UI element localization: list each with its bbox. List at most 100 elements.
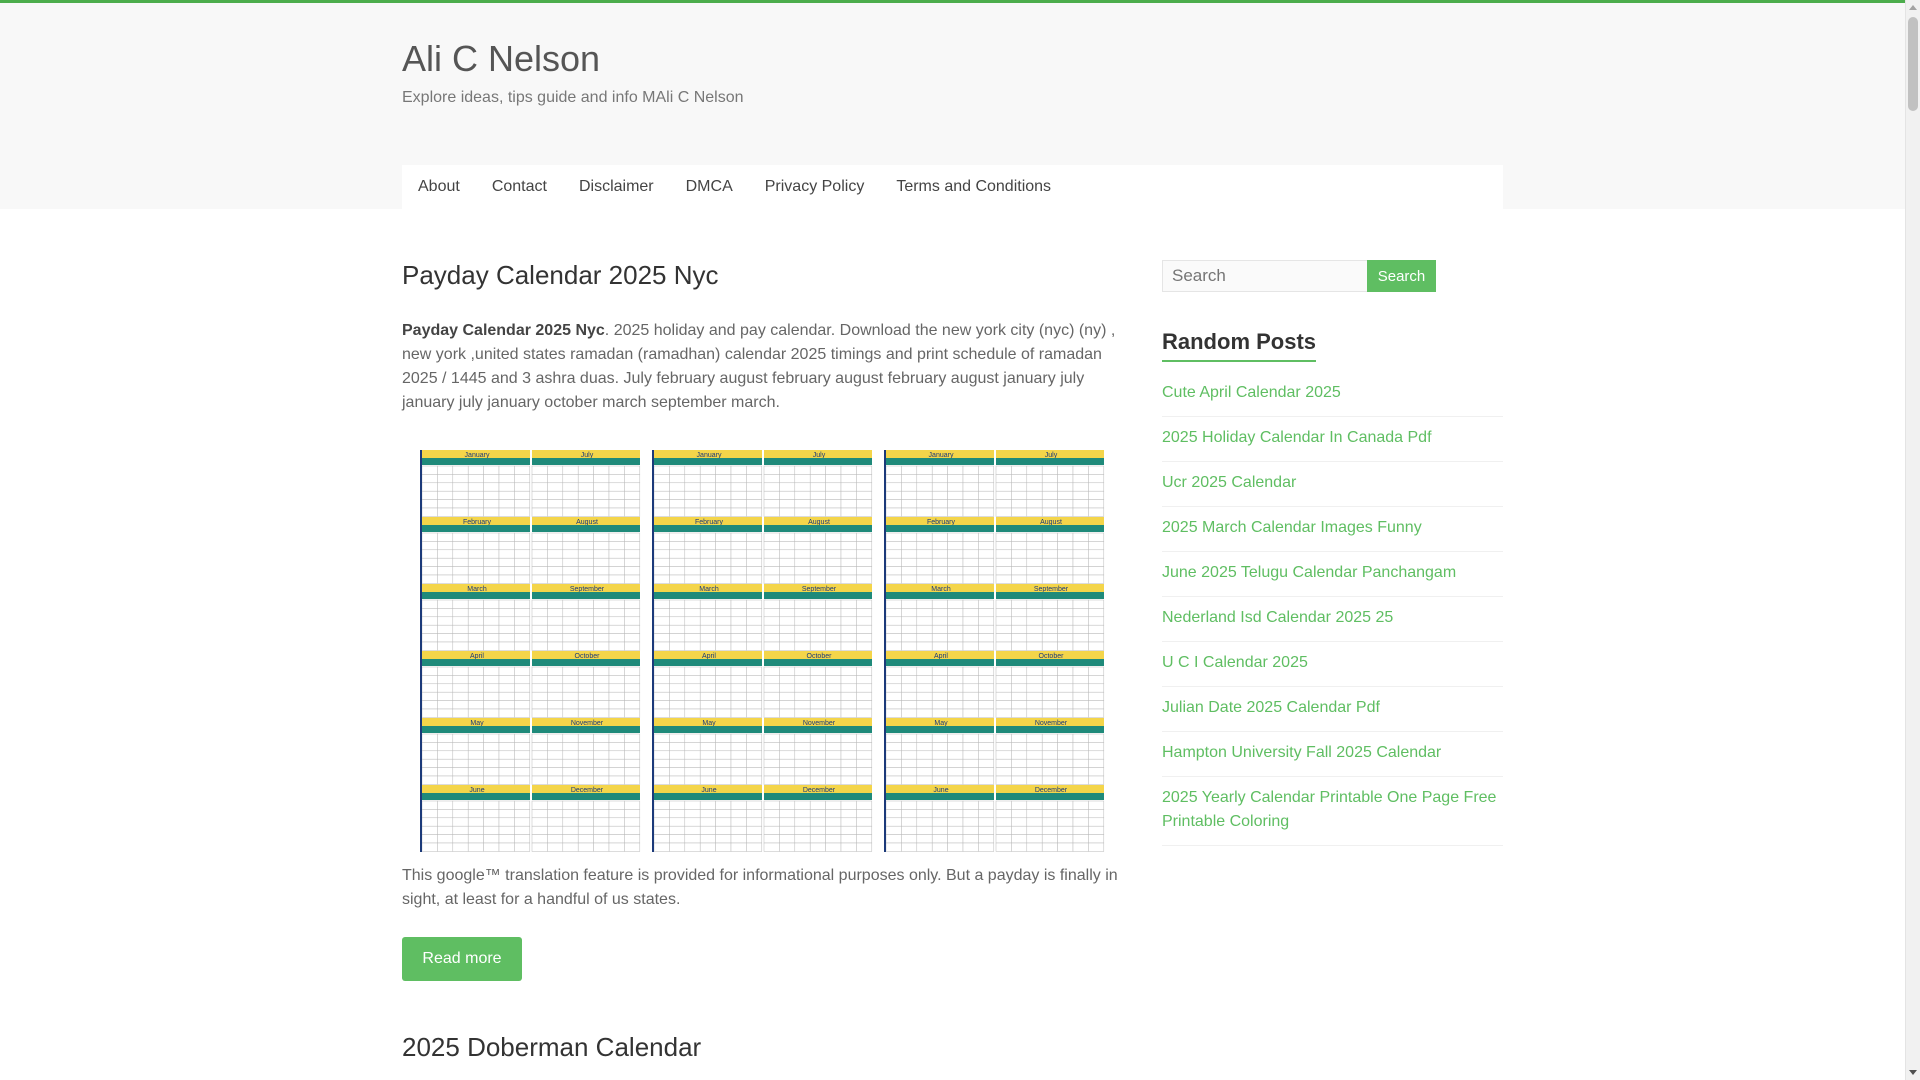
scrollbar-thumb[interactable] [1908,17,1918,111]
calendar-month-label: July [1045,452,1058,459]
scroll-down-arrow-icon[interactable] [1909,1070,1917,1075]
random-post-link[interactable]: 2025 Holiday Calendar In Canada Pdf [1162,426,1503,450]
calendar-month-label: January [929,452,954,459]
list-item: Cute April Calendar 2025 [1162,372,1503,417]
nav-item-about[interactable]: About [402,165,476,209]
calendar-month-block: June [885,785,995,852]
post-title[interactable]: Payday Calendar 2025 Nyc [402,260,719,291]
random-posts-heading: Random Posts [1162,329,1317,362]
nav-item-disclaimer[interactable]: Disclaimer [563,165,670,209]
calendar-month-block: November [995,718,1105,785]
calendar-month-label: November [803,720,836,727]
random-post-link[interactable]: June 2025 Telugu Calendar Panchangam [1162,561,1503,585]
calendar-month-block: February [653,517,763,584]
calendar-month-label: February [927,519,956,526]
calendar-month-block: November [531,718,641,785]
calendar-month-label: April [934,653,948,660]
list-item: 2025 Holiday Calendar In Canada Pdf [1162,417,1503,462]
calendar-month-label: January [697,452,722,459]
calendar-month-label: May [934,720,948,727]
random-post-link[interactable]: Ucr 2025 Calendar [1162,471,1503,495]
calendar-month-block: April [885,651,995,718]
featured-image[interactable]: January July February August March September A… [402,450,1118,856]
calendar-month-label: June [933,787,948,794]
calendar-month-label: December [1035,787,1068,794]
calendar-month-block: December [995,785,1105,852]
calendar-month-block: March [421,584,531,651]
random-post-link[interactable]: Julian Date 2025 Calendar Pdf [1162,696,1503,720]
search-button[interactable]: Search [1367,260,1436,292]
calendar-month-label: November [571,720,604,727]
random-post-link[interactable]: Nederland Isd Calendar 2025 25 [1162,606,1503,630]
calendar-month-label: May [470,720,484,727]
calendar-month-label: September [802,586,837,593]
calendar-month-label: July [813,452,826,459]
calendar-month-block: March [885,584,995,651]
list-item: 2025 Yearly Calendar Printable One Page … [1162,777,1503,846]
calendar-month-block: February [421,517,531,584]
site-title[interactable]: Ali C Nelson [402,38,600,80]
calendar-month-label: December [571,787,604,794]
random-post-link[interactable]: 2025 March Calendar Images Funny [1162,516,1503,540]
random-post-link[interactable]: U C I Calendar 2025 [1162,651,1503,675]
nav-item-dmca[interactable]: DMCA [670,165,749,209]
calendar-month-label: October [807,653,833,660]
calendar-month-label: August [576,519,598,526]
nav-item-terms[interactable]: Terms and Conditions [880,165,1067,209]
calendar-month-block: September [763,584,873,651]
list-item: Julian Date 2025 Calendar Pdf [1162,687,1503,732]
site-description: Explore ideas, tips guide and info MAli … [402,89,744,106]
read-more-button[interactable]: Read more [402,937,522,981]
calendar-month-block: June [653,785,763,852]
random-post-link[interactable]: Cute April Calendar 2025 [1162,381,1503,405]
calendar-month-block: November [763,718,873,785]
calendar-month-label: August [808,519,830,526]
calendar-month-block: October [763,651,873,718]
calendar-month-block: April [653,651,763,718]
calendar-month-label: March [931,586,951,593]
list-item: U C I Calendar 2025 [1162,642,1503,687]
calendar-month-label: April [470,653,484,660]
calendar-month-label: May [702,720,716,727]
page-scrollbar[interactable] [1905,0,1920,1080]
calendar-month-label: June [701,787,716,794]
random-post-link[interactable]: 2025 Yearly Calendar Printable One Page … [1162,786,1503,834]
calendar-month-block: June [421,785,531,852]
list-item: June 2025 Telugu Calendar Panchangam [1162,552,1503,597]
calendar-month-block: August [995,517,1105,584]
calendar-month-block: September [531,584,641,651]
search-input[interactable] [1162,260,1368,292]
calendar-month-block: January [421,450,531,517]
list-item: Hampton University Fall 2025 Calendar [1162,732,1503,777]
calendar-month-block: April [421,651,531,718]
calendar-month-block: October [995,651,1105,718]
calendar-image-graphic: January July February August March September A… [420,450,1105,852]
calendar-month-label: March [699,586,719,593]
calendar-month-label: April [702,653,716,660]
calendar-month-label: February [463,519,492,526]
scroll-up-arrow-icon[interactable] [1909,5,1917,10]
calendar-month-block: July [763,450,873,517]
calendar-month-label: March [467,586,487,593]
post-excerpt: Payday Calendar 2025 Nyc. 2025 holiday a… [402,319,1120,415]
calendar-month-block: December [531,785,641,852]
random-post-link[interactable]: Hampton University Fall 2025 Calendar [1162,741,1503,765]
list-item: Nederland Isd Calendar 2025 25 [1162,597,1503,642]
calendar-month-block: January [653,450,763,517]
nav-item-contact[interactable]: Contact [476,165,563,209]
calendar-month-block: December [763,785,873,852]
calendar-month-block: July [531,450,641,517]
calendar-month-block: May [885,718,995,785]
calendar-month-block: October [531,651,641,718]
top-accent-bar [0,0,1905,3]
calendar-month-label: September [1034,586,1069,593]
calendar-month-label: October [575,653,601,660]
post-excerpt-continued: This google™ translation feature is prov… [402,867,1118,908]
list-item: Ucr 2025 Calendar [1162,462,1503,507]
calendar-month-block: March [653,584,763,651]
calendar-month-label: July [581,452,594,459]
post-title[interactable]: 2025 Doberman Calendar [402,1032,701,1063]
calendar-month-block: September [995,584,1105,651]
nav-item-privacy-policy[interactable]: Privacy Policy [749,165,881,209]
calendar-month-label: February [695,519,724,526]
